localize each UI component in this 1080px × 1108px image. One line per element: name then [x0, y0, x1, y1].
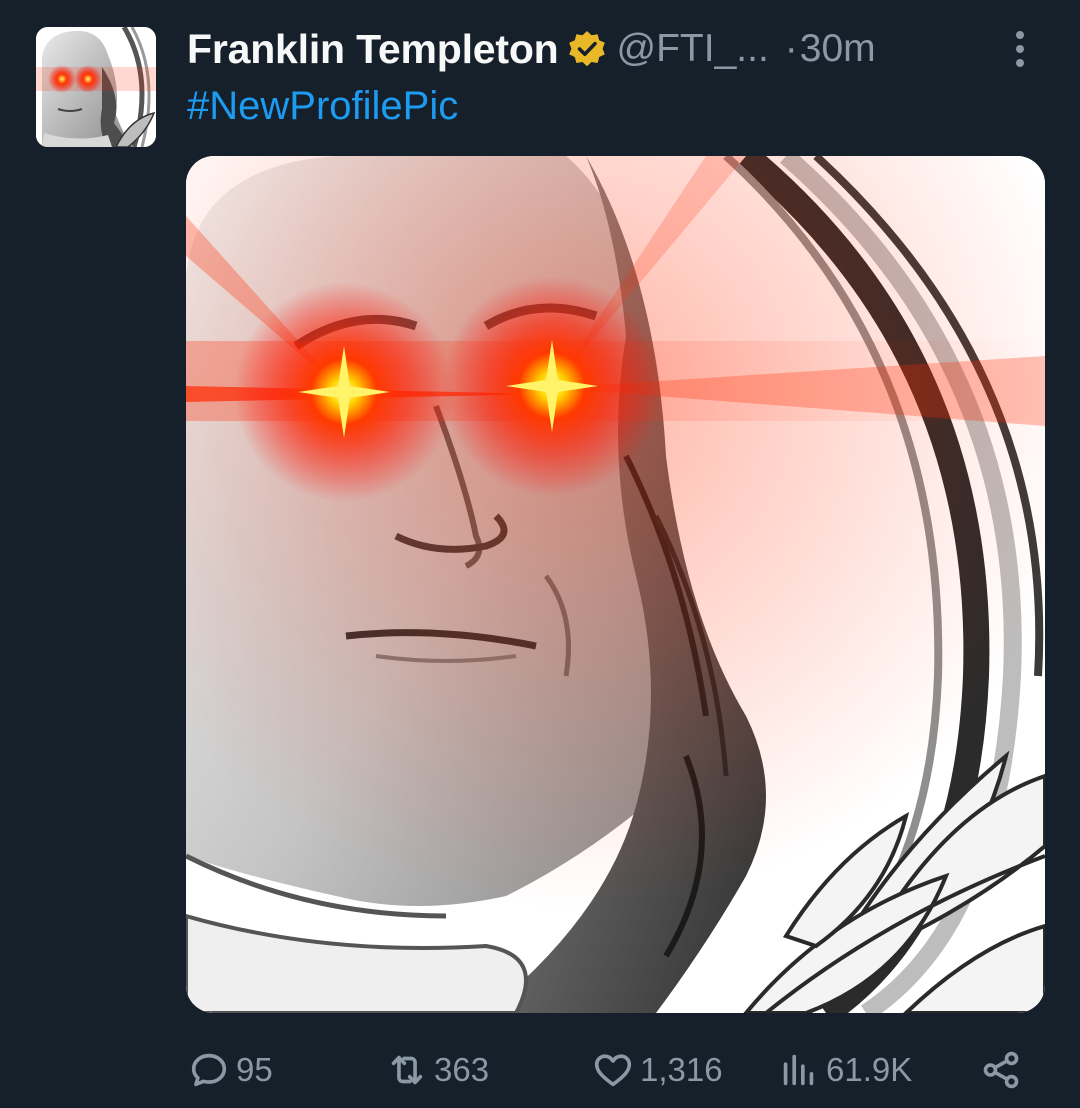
tweet-action-bar: 95 363 1,316 61.9K — [186, 1044, 1026, 1096]
tweet-media-image[interactable] — [186, 156, 1045, 1013]
avatar-image — [36, 27, 156, 147]
reply-count: 95 — [236, 1051, 273, 1088]
views-button[interactable]: 61.9K — [776, 1044, 912, 1096]
view-count: 61.9K — [826, 1051, 913, 1088]
repost-icon — [391, 1055, 423, 1085]
heart-icon — [594, 1054, 632, 1087]
laser-eyes-portrait — [186, 156, 1045, 1013]
author-handle[interactable]: @FTI_... — [617, 27, 769, 71]
more-options-icon[interactable] — [1000, 26, 1040, 72]
like-button[interactable]: 1,316 — [590, 1044, 723, 1096]
repost-count: 363 — [434, 1051, 490, 1088]
like-count: 1,316 — [640, 1051, 723, 1088]
share-icon — [983, 1051, 1019, 1089]
profile-avatar[interactable] — [36, 27, 156, 147]
author-name[interactable]: Franklin Templeton — [187, 26, 559, 73]
views-icon — [783, 1054, 814, 1086]
reply-button[interactable]: 95 — [186, 1044, 273, 1096]
tweet-timestamp[interactable]: 30m — [800, 27, 876, 71]
repost-button[interactable]: 363 — [384, 1044, 489, 1096]
tweet-header: Franklin Templeton @FTI_... · 30m — [187, 24, 1040, 74]
verified-badge-icon[interactable] — [567, 29, 607, 69]
tweet[interactable]: Franklin Templeton @FTI_... · 30m #NewPr… — [0, 0, 1080, 1108]
header-separator: · — [784, 27, 798, 70]
share-button[interactable] — [978, 1044, 1028, 1096]
reply-icon — [191, 1053, 227, 1087]
hashtag-link[interactable]: #NewProfilePic — [187, 84, 458, 129]
